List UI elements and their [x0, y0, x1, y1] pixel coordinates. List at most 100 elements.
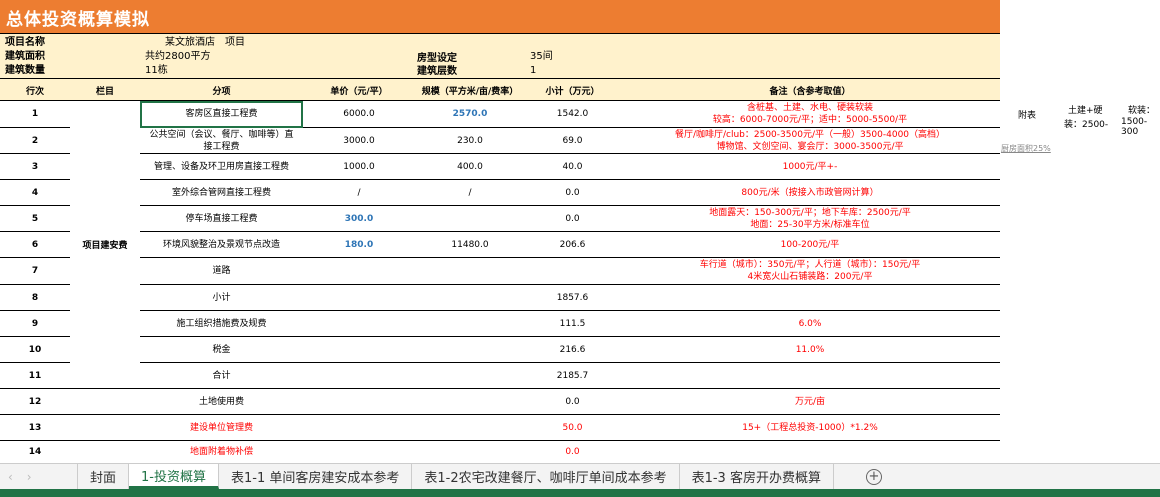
item-cell[interactable]: 停车场直接工程费 — [140, 206, 303, 231]
add-sheet-button[interactable]: + — [865, 468, 882, 485]
note-cell[interactable] — [620, 441, 1000, 463]
subtotal-cell[interactable]: 2185.7 — [525, 363, 620, 388]
price-cell[interactable]: 1000.0 — [303, 154, 415, 179]
subtotal-cell[interactable]: 69.0 — [525, 128, 620, 153]
row-number[interactable]: 3 — [0, 154, 70, 179]
row-number[interactable]: 4 — [0, 180, 70, 205]
subtotal-cell[interactable]: 0.0 — [525, 441, 620, 463]
subtotal-cell[interactable]: 0.0 — [525, 206, 620, 231]
subtotal-cell[interactable]: 1857.6 — [525, 285, 620, 310]
item-cell[interactable]: 地面附着物补偿 — [140, 441, 303, 463]
sheet-tab[interactable]: 表1-1 单间客房建安成本参考 — [219, 464, 413, 489]
note-cell[interactable]: 15+（工程总投资-1000）*1.2% — [620, 415, 1000, 440]
price-cell[interactable]: 6000.0 — [303, 101, 415, 127]
count-value[interactable]: 11栋 — [145, 65, 168, 77]
subtotal-cell[interactable]: 0.0 — [525, 389, 620, 414]
row-number[interactable]: 5 — [0, 206, 70, 231]
subtotal-cell[interactable] — [525, 258, 620, 284]
kitchen-area-link[interactable]: 厨房面积25% — [1001, 143, 1051, 154]
price-cell[interactable] — [303, 311, 415, 336]
table-row: 12 土地使用费 0.0 万元/亩 — [0, 389, 1000, 415]
note-cell[interactable]: 含桩基、土建、水电、硬装软装 较高：6000-7000元/平；适中：5000-55… — [620, 101, 1000, 127]
header-note: 备注（含参考取值） — [769, 87, 851, 97]
sheet-tab[interactable]: 表1-2农宅改建餐厅、咖啡厅单间成本参考 — [412, 464, 680, 489]
price-cell[interactable] — [303, 415, 415, 440]
area-value[interactable]: 共约2800平方 — [145, 51, 210, 63]
subtotal-cell[interactable]: 50.0 — [525, 415, 620, 440]
item-cell[interactable]: 管理、设备及环卫用房直接工程费 — [140, 154, 303, 179]
item-cell[interactable]: 合计 — [140, 363, 303, 388]
price-cell[interactable]: / — [303, 180, 415, 205]
item-cell[interactable]: 施工组织措施费及规费 — [140, 311, 303, 336]
name-value[interactable]: 某文旅酒店 项目 — [165, 37, 245, 49]
price-cell[interactable]: 3000.0 — [303, 128, 415, 153]
note-cell[interactable]: 餐厅/咖啡厅/club：2500-3500元/平（一般）3500-4000（高档… — [620, 128, 1000, 153]
row-number[interactable]: 12 — [0, 389, 70, 414]
scale-cell[interactable]: 2570.0 — [415, 101, 525, 127]
scale-cell[interactable] — [415, 389, 525, 414]
subtotal-cell[interactable]: 1542.0 — [525, 101, 620, 127]
scale-cell[interactable]: 400.0 — [415, 154, 525, 179]
item-cell[interactable]: 建设单位管理费 — [140, 415, 303, 440]
subtotal-cell[interactable]: 206.6 — [525, 232, 620, 257]
sheet-tab[interactable]: 1-投资概算 — [129, 464, 219, 489]
scale-cell[interactable] — [415, 311, 525, 336]
tab-scroll-arrows[interactable]: ‹› — [0, 464, 78, 489]
scale-cell[interactable]: / — [415, 180, 525, 205]
sheet-tab[interactable]: 表1-3 客房开办费概算 — [680, 464, 834, 489]
row-number[interactable]: 8 — [0, 285, 70, 310]
subtotal-cell[interactable]: 216.6 — [525, 337, 620, 362]
subtotal-cell[interactable]: 0.0 — [525, 180, 620, 205]
note-cell[interactable]: 1000元/平+- — [620, 154, 1000, 179]
price-cell[interactable]: 180.0 — [303, 232, 415, 257]
price-cell[interactable] — [303, 389, 415, 414]
row-number[interactable]: 13 — [0, 415, 70, 440]
scale-cell[interactable] — [415, 441, 525, 463]
scale-cell[interactable]: 11480.0 — [415, 232, 525, 257]
scale-cell[interactable] — [415, 363, 525, 388]
item-cell[interactable]: 公共空间（会议、餐厅、咖啡等）直接工程费 — [140, 128, 303, 153]
row-number[interactable]: 6 — [0, 232, 70, 257]
scale-cell[interactable] — [415, 415, 525, 440]
row-number[interactable]: 10 — [0, 337, 70, 362]
price-cell[interactable] — [303, 285, 415, 310]
scale-cell[interactable] — [415, 206, 525, 231]
note-cell[interactable]: 800元/米（按接入市政管网计算） — [620, 180, 1000, 205]
note-cell[interactable]: 100-200元/平 — [620, 232, 1000, 257]
item-cell[interactable]: 环境风貌整治及景观节点改造 — [140, 232, 303, 257]
note-cell[interactable]: 11.0% — [620, 337, 1000, 362]
row-number[interactable]: 2 — [0, 128, 70, 153]
scale-cell[interactable] — [415, 285, 525, 310]
note-cell[interactable]: 万元/亩 — [620, 389, 1000, 414]
scale-cell[interactable] — [415, 258, 525, 284]
price-cell[interactable]: 300.0 — [303, 206, 415, 231]
note-cell[interactable]: 车行道（城市）：350元/平；人行道（城市）：150元/平 4米宽火山石铺装路：2… — [620, 258, 1000, 284]
item-cell[interactable]: 税金 — [140, 337, 303, 362]
subtotal-cell[interactable]: 40.0 — [525, 154, 620, 179]
price-cell[interactable] — [303, 258, 415, 284]
note-cell[interactable]: 地面露天：150-300元/平；地下车库：2500元/平 地面：25-30平方米/… — [620, 206, 1000, 231]
room-value[interactable]: 35间 — [530, 51, 553, 63]
note-cell[interactable] — [620, 363, 1000, 388]
item-cell[interactable]: 道路 — [140, 258, 303, 284]
row-number[interactable]: 9 — [0, 311, 70, 336]
category-cell[interactable]: 项目建安费 — [70, 101, 140, 389]
row-number[interactable]: 7 — [0, 258, 70, 284]
price-cell[interactable] — [303, 363, 415, 388]
row-number[interactable]: 14 — [0, 441, 70, 463]
scale-cell[interactable]: 230.0 — [415, 128, 525, 153]
price-cell[interactable] — [303, 441, 415, 463]
note-cell[interactable]: 6.0% — [620, 311, 1000, 336]
sheet-tab[interactable]: 封面 — [78, 464, 130, 489]
row-number[interactable]: 11 — [0, 363, 70, 388]
item-cell[interactable]: 室外综合管网直接工程费 — [140, 180, 303, 205]
item-cell[interactable]: 土地使用费 — [140, 389, 303, 414]
row-number[interactable]: 1 — [0, 101, 70, 127]
scale-cell[interactable] — [415, 337, 525, 362]
note-cell[interactable] — [620, 285, 1000, 310]
floors-value[interactable]: 1 — [530, 65, 536, 77]
subtotal-cell[interactable]: 111.5 — [525, 311, 620, 336]
note-line: 11.0% — [795, 344, 825, 355]
price-cell[interactable] — [303, 337, 415, 362]
item-cell[interactable]: 小计 — [140, 285, 303, 310]
